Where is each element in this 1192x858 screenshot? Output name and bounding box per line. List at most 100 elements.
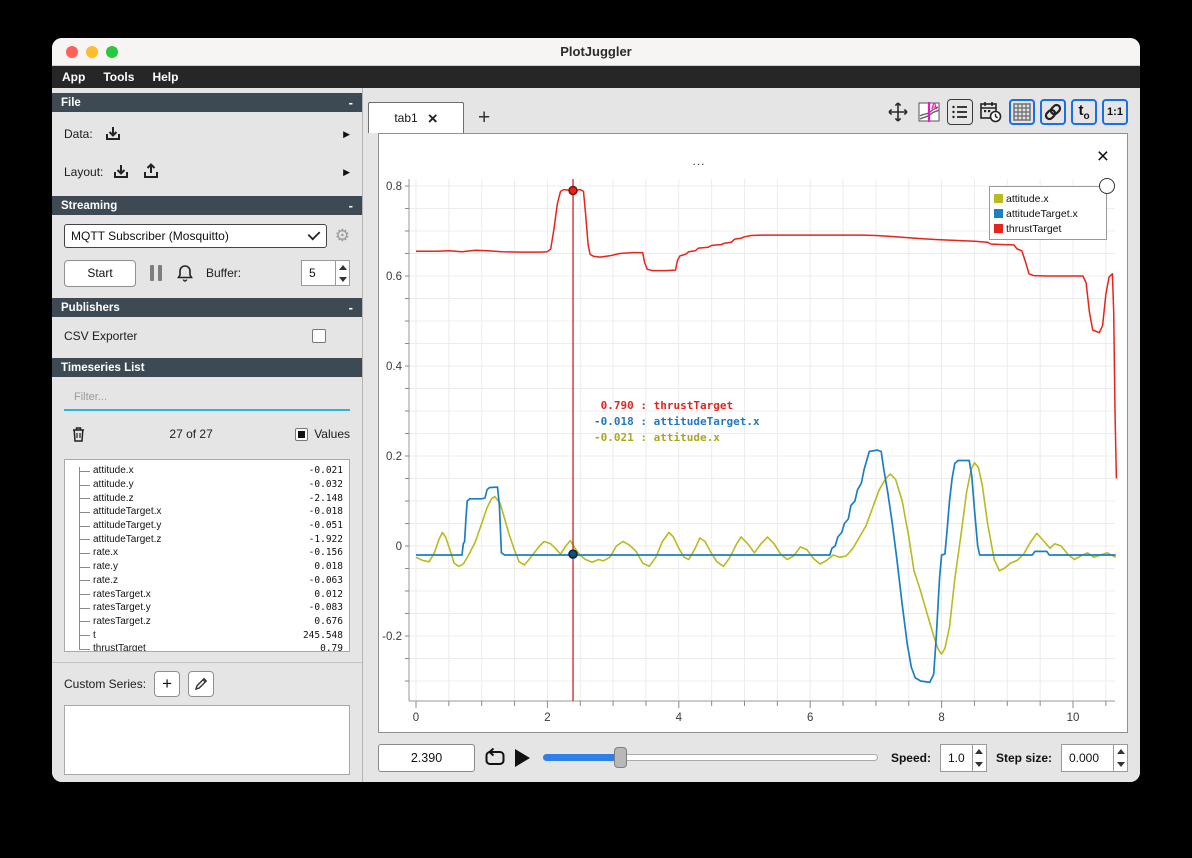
legend-knob[interactable] (1099, 178, 1115, 194)
tracker-style-icon[interactable]: A (916, 99, 942, 125)
legend-label: attitudeTarget.x (1006, 207, 1078, 220)
filter-input[interactable] (64, 387, 350, 411)
publishers-section-header[interactable]: Publishers - (52, 298, 362, 317)
step-size-spinbox[interactable]: 0.000 (1061, 743, 1128, 772)
trash-icon[interactable] (70, 425, 87, 443)
plot-toolbar: A to 1:1 (885, 99, 1128, 125)
datetime-icon[interactable] (978, 99, 1004, 125)
playback-bar: 2.390 Speed: 1.0 Step size: 0.000 (378, 743, 1128, 772)
slider-handle[interactable] (614, 747, 628, 768)
playback-slider[interactable] (543, 747, 878, 768)
buffer-down-button[interactable] (336, 273, 349, 285)
legend-item[interactable]: attitudeTarget.x (994, 206, 1102, 221)
streaming-section-header[interactable]: Streaming - (52, 196, 362, 215)
bell-icon[interactable] (176, 264, 194, 282)
plot-title: ... (692, 154, 706, 168)
buffer-value[interactable]: 5 (301, 260, 335, 286)
svg-text:A: A (931, 101, 938, 111)
custom-series-list[interactable] (64, 705, 350, 775)
streaming-collapse-button[interactable]: - (349, 198, 353, 213)
file-collapse-button[interactable]: - (349, 95, 353, 110)
tab-tab1[interactable]: tab1 × (368, 102, 464, 133)
timeseries-row[interactable]: attitude.y -0.032 (65, 478, 343, 492)
legend-item[interactable]: thrustTarget (994, 221, 1102, 236)
timeseries-row[interactable]: rate.z -0.063 (65, 574, 343, 588)
loop-icon[interactable] (484, 747, 506, 768)
buffer-up-button[interactable] (336, 261, 349, 273)
tree-tick (79, 511, 90, 513)
edit-custom-series-button[interactable] (188, 671, 215, 697)
svg-text:10: 10 (1067, 712, 1080, 724)
timeseries-row[interactable]: attitudeTarget.z -1.922 (65, 532, 343, 546)
menu-help[interactable]: Help (152, 70, 178, 84)
main-area: tab1 × + A to 1:1 ... × 0 2 4 6 8 10 -0.… (363, 88, 1140, 782)
svg-text:6: 6 (807, 712, 813, 724)
timeseries-row[interactable]: thrustTarget 0.79 (65, 642, 343, 651)
streaming-source-select[interactable]: MQTT Subscriber (Mosquitto) (64, 224, 327, 248)
data-expand-arrow[interactable]: ▶ (343, 129, 350, 140)
pencil-icon (194, 677, 208, 691)
timeseries-row[interactable]: attitudeTarget.x -0.018 (65, 505, 343, 519)
series-name: rate.x (93, 547, 119, 559)
pause-icon[interactable] (150, 265, 162, 281)
layout-label: Layout: (64, 165, 104, 179)
step-size-label: Step size: (995, 750, 1052, 765)
legend-list-icon[interactable] (947, 99, 973, 125)
buffer-spinbox[interactable]: 5 (301, 260, 350, 286)
series-value: 0.012 (314, 588, 343, 600)
plot-close-icon[interactable]: × (1097, 146, 1109, 167)
timeseries-row[interactable]: attitudeTarget.y -0.051 (65, 519, 343, 533)
csv-exporter-checkbox[interactable] (312, 329, 326, 343)
time-origin-icon[interactable]: to (1071, 99, 1097, 125)
svg-text:0.8: 0.8 (386, 181, 402, 193)
start-button[interactable]: Start (64, 259, 136, 287)
timeseries-row[interactable]: rate.y 0.018 (65, 560, 343, 574)
speed-spinbox[interactable]: 1.0 (939, 743, 987, 772)
legend-color-swatch (994, 224, 1003, 233)
timeseries-row[interactable]: ratesTarget.z 0.676 (65, 615, 343, 629)
add-tab-button[interactable]: + (478, 106, 490, 130)
plot-widget[interactable]: ... × 0 2 4 6 8 10 -0.2 0 0.2 0.4 0.6 0.8 attitude.… (378, 133, 1128, 733)
timeseries-row[interactable]: attitude.x -0.021 (65, 464, 343, 478)
tab-close-icon[interactable]: × (428, 110, 438, 127)
timeseries-list[interactable]: attitude.x -0.021 attitude.y -0.032 attitude… (64, 459, 350, 652)
layout-expand-arrow[interactable]: ▶ (343, 167, 350, 178)
menu-tools[interactable]: Tools (103, 70, 134, 84)
legend-item[interactable]: attitude.x (994, 191, 1102, 206)
load-layout-icon[interactable] (111, 162, 131, 182)
pan-zoom-icon[interactable] (885, 99, 911, 125)
gear-icon[interactable]: ⚙ (335, 226, 350, 246)
values-checkbox[interactable] (295, 427, 309, 441)
buffer-label: Buffer: (206, 266, 242, 280)
step-size-value[interactable]: 0.000 (1061, 743, 1113, 772)
play-button[interactable] (515, 748, 530, 767)
tree-tick (79, 470, 90, 472)
add-custom-series-button[interactable]: + (154, 671, 181, 697)
plot-legend[interactable]: attitude.x attitudeTarget.x thrustTarget (989, 178, 1115, 240)
file-section-header[interactable]: File - (52, 93, 362, 112)
speed-down-button[interactable] (973, 758, 986, 771)
timeseries-row[interactable]: attitude.z -2.148 (65, 491, 343, 505)
csv-exporter-label: CSV Exporter (64, 329, 138, 343)
chevron-down-icon (307, 227, 321, 241)
series-name: attitudeTarget.z (93, 533, 162, 545)
save-layout-icon[interactable] (141, 162, 161, 182)
timeseries-row[interactable]: ratesTarget.x 0.012 (65, 587, 343, 601)
timeseries-section-header[interactable]: Timeseries List (52, 358, 362, 377)
speed-value[interactable]: 1.0 (939, 743, 972, 772)
step-up-button[interactable] (1114, 745, 1127, 758)
grid-layout-icon[interactable] (1009, 99, 1035, 125)
playback-time-field[interactable]: 2.390 (378, 743, 475, 772)
timeseries-row[interactable]: t 245.548 (65, 628, 343, 642)
ratio-1-1-icon[interactable]: 1:1 (1102, 99, 1128, 125)
speed-up-button[interactable] (973, 745, 986, 758)
load-data-icon[interactable] (103, 124, 123, 144)
publishers-collapse-button[interactable]: - (349, 300, 353, 315)
menu-app[interactable]: App (62, 70, 85, 84)
series-name: attitude.z (93, 492, 134, 504)
step-down-button[interactable] (1114, 758, 1127, 771)
timeseries-row[interactable]: rate.x -0.156 (65, 546, 343, 560)
timeseries-row[interactable]: ratesTarget.y -0.083 (65, 601, 343, 615)
sidebar: File - Data: ▶ Layout: ▶ Streaming - MQT… (52, 88, 363, 782)
link-axes-icon[interactable] (1040, 99, 1066, 125)
